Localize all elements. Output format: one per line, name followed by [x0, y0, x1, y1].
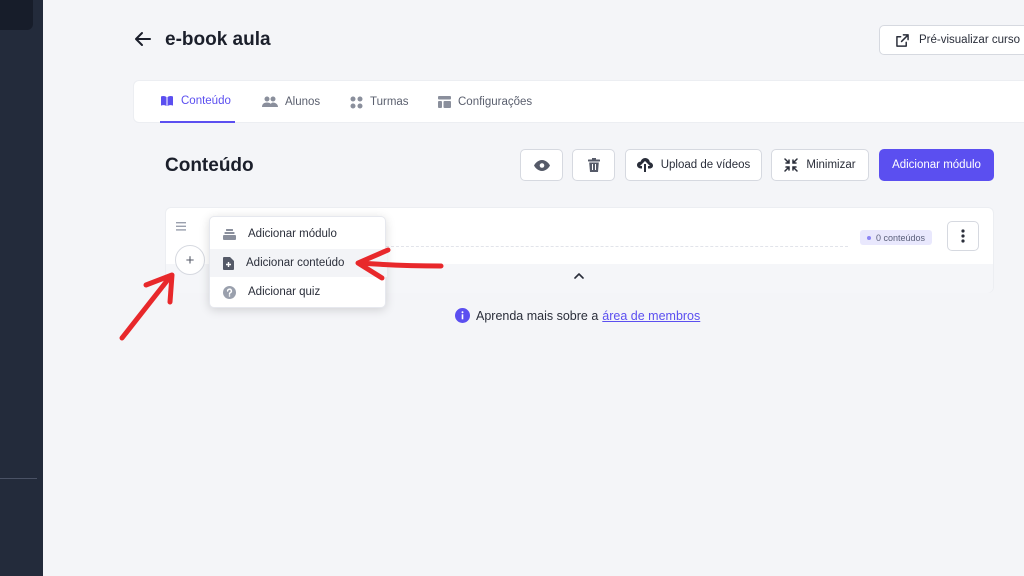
delete-button[interactable]	[572, 149, 615, 181]
tabs-bar: Conteúdo Alunos Turmas Configurações	[133, 80, 1024, 123]
stack-icon	[223, 228, 236, 240]
info-icon	[455, 308, 470, 323]
trash-icon	[587, 158, 600, 172]
tab-configuracoes[interactable]: Configurações	[438, 81, 532, 123]
preview-course-label: Pré-visualizar curso	[919, 34, 1020, 46]
content-count-badge: 0 conteúdos	[860, 230, 933, 245]
page-title: e-book aula	[165, 29, 271, 50]
minimize-label: Minimizar	[806, 159, 856, 171]
content-count-label: 0 conteúdos	[876, 232, 926, 243]
book-icon	[161, 96, 173, 107]
menu-item-add-content[interactable]: Adicionar conteúdo	[210, 249, 387, 277]
upload-videos-label: Upload de vídeos	[660, 159, 751, 171]
menu-item-label: Adicionar módulo	[248, 228, 337, 240]
drag-handle-icon[interactable]	[176, 222, 186, 231]
add-item-button[interactable]: +	[175, 245, 205, 275]
help-info-line: Aprenda mais sobre a área de membros	[455, 308, 700, 323]
members-area-link[interactable]: área de membros	[602, 309, 700, 323]
sidebar-divider	[0, 478, 37, 479]
preview-toggle-button[interactable]	[520, 149, 563, 181]
back-arrow-icon[interactable]	[133, 29, 153, 49]
minimize-icon	[784, 158, 799, 172]
users-icon	[262, 96, 278, 107]
add-module-button[interactable]: Adicionar módulo	[879, 149, 994, 181]
tab-label: Alunos	[285, 96, 321, 108]
badge-dot	[867, 235, 871, 240]
upload-videos-button[interactable]: Upload de vídeos	[625, 149, 762, 181]
help-text: Aprenda mais sobre a	[476, 308, 599, 323]
kebab-menu-icon	[961, 229, 965, 243]
plus-icon: +	[185, 251, 195, 269]
module-options-button[interactable]	[947, 221, 979, 251]
question-circle-icon	[223, 285, 236, 299]
sidebar	[0, 0, 43, 576]
eye-icon	[533, 159, 550, 171]
layout-icon	[438, 96, 451, 108]
file-plus-icon	[223, 256, 234, 270]
tab-label: Turmas	[370, 96, 409, 108]
external-link-icon	[896, 33, 909, 47]
grid-icon	[350, 96, 363, 108]
sidebar-active-item[interactable]	[0, 0, 33, 30]
menu-item-add-module[interactable]: Adicionar módulo	[210, 220, 387, 248]
tab-conteudo[interactable]: Conteúdo	[160, 81, 235, 123]
chevron-up-icon[interactable]	[574, 272, 584, 279]
preview-course-button[interactable]: Pré-visualizar curso	[879, 25, 1024, 55]
tab-label: Conteúdo	[181, 95, 231, 107]
menu-item-label: Adicionar conteúdo	[246, 257, 345, 269]
tab-alunos[interactable]: Alunos	[262, 81, 320, 123]
tab-label: Configurações	[458, 96, 533, 108]
cloud-upload-icon	[636, 158, 653, 172]
module-title-underline	[376, 246, 848, 247]
add-dropdown-menu: Adicionar módulo Adicionar conteúdo Adic…	[209, 216, 387, 308]
section-title: Conteúdo	[165, 155, 254, 176]
minimize-button[interactable]: Minimizar	[771, 149, 869, 181]
tab-turmas[interactable]: Turmas	[350, 81, 409, 123]
menu-item-label: Adicionar quiz	[248, 286, 321, 298]
menu-item-add-quiz[interactable]: Adicionar quiz	[210, 278, 387, 306]
